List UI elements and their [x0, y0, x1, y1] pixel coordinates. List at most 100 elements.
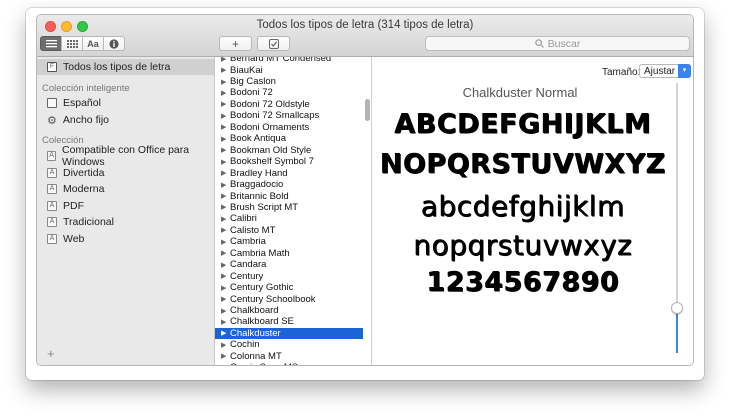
collection-icon: A	[47, 201, 57, 211]
disclosure-triangle-icon[interactable]: ▶	[221, 100, 230, 108]
disclosure-triangle-icon[interactable]: ▶	[221, 192, 230, 200]
font-list: ▶ Bernard MT Condensed ▶ BiauKai ▶ Big Caslon…	[215, 57, 372, 366]
font-list-item-label: Century Gothic	[230, 282, 294, 294]
disclosure-triangle-icon[interactable]: ▶	[221, 112, 230, 120]
sidebar-item-ancho-fijo[interactable]: ⚙ Ancho fijo	[37, 112, 214, 128]
disclosure-triangle-icon[interactable]: ▶	[221, 169, 230, 177]
sidebar-item-pdf[interactable]: A PDF	[37, 198, 214, 214]
font-list-item[interactable]: ▶Comic Sans MS	[215, 362, 363, 366]
font-list-item[interactable]: ▶ Cochin	[215, 339, 363, 350]
disclosure-triangle-icon[interactable]: ▶	[221, 284, 230, 292]
disclosure-triangle-icon[interactable]: ▶	[221, 215, 230, 223]
font-list-item[interactable]: ▶ Bookshelf Symbol 7	[215, 156, 363, 167]
disclosure-triangle-icon[interactable]: ▶	[221, 203, 230, 211]
font-list-item[interactable]: ▶ Century Schoolbook	[215, 293, 363, 305]
font-list-item-label: Bodoni 72	[230, 87, 273, 99]
smart-collection-icon	[47, 98, 57, 108]
font-list-item[interactable]: ▶ Bradley Hand	[215, 168, 363, 179]
checkbox-check-icon	[268, 38, 279, 49]
disclosure-triangle-icon[interactable]: ▶	[221, 329, 230, 337]
size-label: Tamaño:	[602, 67, 641, 78]
info-view-button[interactable]	[103, 36, 125, 51]
size-slider-knob[interactable]	[671, 302, 683, 314]
font-list-item-label: Bookman Old Style	[230, 144, 312, 156]
font-list-item[interactable]: ▶ BiauKai	[215, 64, 363, 76]
disclosure-triangle-icon[interactable]: ▶	[221, 135, 230, 143]
disclosure-triangle-icon[interactable]: ▶	[221, 272, 230, 280]
sidebar-item-label: Moderna	[63, 183, 105, 195]
font-list-item-label: Big Caslon	[230, 76, 276, 88]
disclosure-triangle-icon[interactable]: ▶	[221, 57, 230, 63]
font-list-item[interactable]: ▶ Brush Script MT	[215, 202, 363, 213]
disclosure-triangle-icon[interactable]: ▶	[221, 78, 230, 86]
sidebar-item-espanol[interactable]: Español	[37, 95, 214, 111]
font-list-item[interactable]: ▶ Bodoni Ornaments	[215, 122, 363, 133]
font-list-item[interactable]: ▶ Calibri	[215, 213, 363, 224]
disclosure-triangle-icon[interactable]: ▶	[221, 364, 230, 366]
font-list-item-label: Bodoni 72 Oldstyle	[230, 98, 310, 110]
disclosure-triangle-icon[interactable]: ▶	[221, 89, 230, 97]
disclosure-triangle-icon[interactable]: ▶	[221, 249, 230, 257]
font-list-item[interactable]: ▶ Chalkduster	[215, 327, 363, 340]
list-view-button[interactable]	[40, 36, 62, 51]
font-list-item[interactable]: ▶ Braggadocio	[215, 179, 363, 190]
collection-icon: A	[47, 184, 57, 194]
sidebar-item-label: Todos los tipos de letra	[63, 61, 171, 73]
font-list-item-label: Calibri	[230, 213, 257, 225]
add-font-button[interactable]: +	[219, 36, 252, 51]
font-list-item[interactable]: ▶ Bernard MT Condensed	[215, 57, 363, 64]
disclosure-triangle-icon[interactable]: ▶	[221, 158, 230, 166]
font-list-item[interactable]: ▶ Big Caslon	[215, 76, 363, 87]
font-list-item[interactable]: ▶ Bookman Old Style	[215, 145, 363, 156]
collection-icon: A	[47, 151, 57, 161]
disclosure-triangle-icon[interactable]: ▶	[221, 238, 230, 246]
font-list-item[interactable]: ▶ Britannic Bold	[215, 190, 363, 202]
collection-icon: A	[47, 217, 57, 227]
font-list-item[interactable]: ▶ Bodoni 72	[215, 87, 363, 98]
font-list-item[interactable]: ▶ Chalkboard	[215, 305, 363, 316]
size-slider-fill	[676, 308, 678, 353]
font-list-item[interactable]: ▶ Book Antiqua	[215, 133, 363, 144]
disclosure-triangle-icon[interactable]: ▶	[221, 307, 230, 315]
font-list-item-label: Colonna MT	[230, 350, 282, 362]
font-list-item[interactable]: ▶ Bodoni 72 Oldstyle	[215, 99, 363, 110]
sidebar-item-tradicional[interactable]: A Tradicional	[37, 214, 214, 230]
validate-font-button[interactable]	[257, 36, 290, 51]
sample-view-button[interactable]: Aa	[82, 36, 104, 51]
sidebar-item-moderna[interactable]: A Moderna	[37, 181, 214, 197]
disclosure-triangle-icon[interactable]: ▶	[221, 295, 230, 303]
font-list-scrollbar[interactable]	[365, 99, 370, 121]
font-list-item[interactable]: ▶ Candara	[215, 259, 363, 270]
font-list-item[interactable]: ▶ Cambria	[215, 236, 363, 247]
font-list-item[interactable]: ▶ Chalkboard SE	[215, 316, 363, 327]
sample-line-uppercase-2: NOPQRSTUVWXYZ	[380, 149, 666, 180]
grid-view-button[interactable]	[61, 36, 83, 51]
font-list-item[interactable]: ▶ Calisto MT	[215, 225, 363, 236]
font-list-item-label: Bernard MT Condensed	[230, 57, 332, 65]
disclosure-triangle-icon[interactable]: ▶	[221, 352, 230, 360]
sidebar-item-all-fonts[interactable]: F Todos los tipos de letra	[37, 59, 214, 75]
sidebar-item-divertida[interactable]: A Divertida	[37, 165, 214, 181]
search-field[interactable]: Buscar	[425, 36, 690, 51]
add-collection-button[interactable]: +	[47, 346, 55, 361]
font-list-item[interactable]: ▶ Cambria Math	[215, 248, 363, 259]
disclosure-triangle-icon[interactable]: ▶	[221, 146, 230, 154]
font-list-item[interactable]: ▶ Century Gothic	[215, 282, 363, 293]
sidebar-item-web[interactable]: A Web	[37, 231, 214, 247]
disclosure-triangle-icon[interactable]: ▶	[221, 318, 230, 326]
disclosure-triangle-icon[interactable]: ▶	[221, 226, 230, 234]
font-list-item[interactable]: ▶ Colonna MT	[215, 351, 363, 362]
disclosure-triangle-icon[interactable]: ▶	[221, 261, 230, 269]
smart-collection-heading: Colección inteligente	[42, 83, 130, 94]
sample-view-icon: Aa	[87, 38, 99, 49]
disclosure-triangle-icon[interactable]: ▶	[221, 66, 230, 74]
disclosure-triangle-icon[interactable]: ▶	[221, 123, 230, 131]
font-list-item[interactable]: ▶ Bodoni 72 Smallcaps	[215, 110, 363, 121]
font-list-item[interactable]: ▶ Century	[215, 271, 363, 282]
sidebar-item-office[interactable]: A Compatible con Office para Windows	[37, 144, 214, 168]
disclosure-triangle-icon[interactable]: ▶	[221, 341, 230, 349]
font-list-item-label: Calisto MT	[230, 224, 276, 236]
font-list-item-label: Comic Sans MS	[230, 362, 298, 365]
disclosure-triangle-icon[interactable]: ▶	[221, 181, 230, 189]
size-select[interactable]: Ajustar ▾	[639, 64, 691, 78]
